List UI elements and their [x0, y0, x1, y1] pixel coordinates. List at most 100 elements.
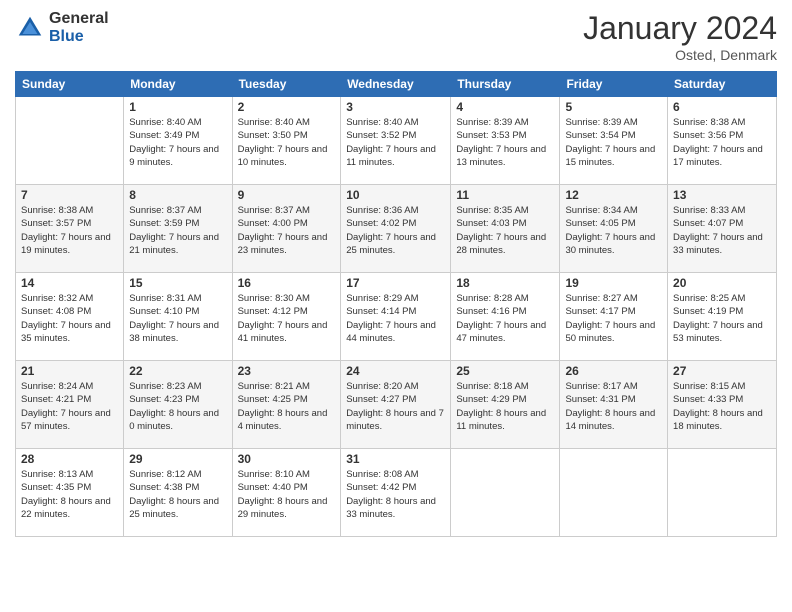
- day-number: 9: [238, 188, 336, 202]
- table-row: 26 Sunrise: 8:17 AMSunset: 4:31 PMDaylig…: [560, 361, 668, 449]
- col-wednesday: Wednesday: [341, 72, 451, 97]
- header: General Blue January 2024 Osted, Denmark: [15, 10, 777, 63]
- table-row: 23 Sunrise: 8:21 AMSunset: 4:25 PMDaylig…: [232, 361, 341, 449]
- day-info: Sunrise: 8:32 AMSunset: 4:08 PMDaylight:…: [21, 292, 118, 345]
- day-number: 2: [238, 100, 336, 114]
- day-number: 20: [673, 276, 771, 290]
- day-info: Sunrise: 8:08 AMSunset: 4:42 PMDaylight:…: [346, 468, 445, 521]
- day-number: 12: [565, 188, 662, 202]
- table-row: 28 Sunrise: 8:13 AMSunset: 4:35 PMDaylig…: [16, 449, 124, 537]
- calendar-week-2: 14 Sunrise: 8:32 AMSunset: 4:08 PMDaylig…: [16, 273, 777, 361]
- day-info: Sunrise: 8:15 AMSunset: 4:33 PMDaylight:…: [673, 380, 771, 433]
- day-info: Sunrise: 8:39 AMSunset: 3:53 PMDaylight:…: [456, 116, 554, 169]
- day-number: 30: [238, 452, 336, 466]
- day-info: Sunrise: 8:20 AMSunset: 4:27 PMDaylight:…: [346, 380, 445, 433]
- day-number: 8: [129, 188, 226, 202]
- table-row: 15 Sunrise: 8:31 AMSunset: 4:10 PMDaylig…: [124, 273, 232, 361]
- day-number: 29: [129, 452, 226, 466]
- day-number: 27: [673, 364, 771, 378]
- table-row: 18 Sunrise: 8:28 AMSunset: 4:16 PMDaylig…: [451, 273, 560, 361]
- day-number: 16: [238, 276, 336, 290]
- day-number: 31: [346, 452, 445, 466]
- day-info: Sunrise: 8:37 AMSunset: 3:59 PMDaylight:…: [129, 204, 226, 257]
- calendar-week-3: 21 Sunrise: 8:24 AMSunset: 4:21 PMDaylig…: [16, 361, 777, 449]
- table-row: [668, 449, 777, 537]
- day-info: Sunrise: 8:30 AMSunset: 4:12 PMDaylight:…: [238, 292, 336, 345]
- table-row: 7 Sunrise: 8:38 AMSunset: 3:57 PMDayligh…: [16, 185, 124, 273]
- logo-general: General: [49, 10, 109, 28]
- day-number: 5: [565, 100, 662, 114]
- title-section: January 2024 Osted, Denmark: [583, 10, 777, 63]
- day-info: Sunrise: 8:40 AMSunset: 3:52 PMDaylight:…: [346, 116, 445, 169]
- day-info: Sunrise: 8:36 AMSunset: 4:02 PMDaylight:…: [346, 204, 445, 257]
- day-number: 25: [456, 364, 554, 378]
- table-row: 21 Sunrise: 8:24 AMSunset: 4:21 PMDaylig…: [16, 361, 124, 449]
- col-tuesday: Tuesday: [232, 72, 341, 97]
- day-number: 18: [456, 276, 554, 290]
- col-thursday: Thursday: [451, 72, 560, 97]
- table-row: 31 Sunrise: 8:08 AMSunset: 4:42 PMDaylig…: [341, 449, 451, 537]
- table-row: 11 Sunrise: 8:35 AMSunset: 4:03 PMDaylig…: [451, 185, 560, 273]
- calendar-page: General Blue January 2024 Osted, Denmark…: [0, 0, 792, 612]
- day-info: Sunrise: 8:25 AMSunset: 4:19 PMDaylight:…: [673, 292, 771, 345]
- day-number: 22: [129, 364, 226, 378]
- day-number: 17: [346, 276, 445, 290]
- day-info: Sunrise: 8:27 AMSunset: 4:17 PMDaylight:…: [565, 292, 662, 345]
- col-saturday: Saturday: [668, 72, 777, 97]
- day-info: Sunrise: 8:39 AMSunset: 3:54 PMDaylight:…: [565, 116, 662, 169]
- location: Osted, Denmark: [583, 47, 777, 63]
- day-number: 19: [565, 276, 662, 290]
- table-row: 3 Sunrise: 8:40 AMSunset: 3:52 PMDayligh…: [341, 97, 451, 185]
- table-row: [451, 449, 560, 537]
- day-number: 28: [21, 452, 118, 466]
- table-row: 6 Sunrise: 8:38 AMSunset: 3:56 PMDayligh…: [668, 97, 777, 185]
- logo-blue: Blue: [49, 28, 109, 46]
- day-info: Sunrise: 8:37 AMSunset: 4:00 PMDaylight:…: [238, 204, 336, 257]
- day-info: Sunrise: 8:28 AMSunset: 4:16 PMDaylight:…: [456, 292, 554, 345]
- day-info: Sunrise: 8:17 AMSunset: 4:31 PMDaylight:…: [565, 380, 662, 433]
- day-number: 24: [346, 364, 445, 378]
- col-friday: Friday: [560, 72, 668, 97]
- table-row: 1 Sunrise: 8:40 AMSunset: 3:49 PMDayligh…: [124, 97, 232, 185]
- day-info: Sunrise: 8:33 AMSunset: 4:07 PMDaylight:…: [673, 204, 771, 257]
- table-row: 13 Sunrise: 8:33 AMSunset: 4:07 PMDaylig…: [668, 185, 777, 273]
- day-number: 10: [346, 188, 445, 202]
- calendar-table: Sunday Monday Tuesday Wednesday Thursday…: [15, 71, 777, 537]
- calendar-week-1: 7 Sunrise: 8:38 AMSunset: 3:57 PMDayligh…: [16, 185, 777, 273]
- day-number: 15: [129, 276, 226, 290]
- calendar-week-0: 1 Sunrise: 8:40 AMSunset: 3:49 PMDayligh…: [16, 97, 777, 185]
- col-sunday: Sunday: [16, 72, 124, 97]
- day-info: Sunrise: 8:12 AMSunset: 4:38 PMDaylight:…: [129, 468, 226, 521]
- header-row: Sunday Monday Tuesday Wednesday Thursday…: [16, 72, 777, 97]
- table-row: 12 Sunrise: 8:34 AMSunset: 4:05 PMDaylig…: [560, 185, 668, 273]
- day-number: 4: [456, 100, 554, 114]
- logo-text: General Blue: [49, 10, 109, 45]
- table-row: 4 Sunrise: 8:39 AMSunset: 3:53 PMDayligh…: [451, 97, 560, 185]
- table-row: [560, 449, 668, 537]
- table-row: 24 Sunrise: 8:20 AMSunset: 4:27 PMDaylig…: [341, 361, 451, 449]
- table-row: 10 Sunrise: 8:36 AMSunset: 4:02 PMDaylig…: [341, 185, 451, 273]
- day-number: 14: [21, 276, 118, 290]
- day-info: Sunrise: 8:23 AMSunset: 4:23 PMDaylight:…: [129, 380, 226, 433]
- day-info: Sunrise: 8:35 AMSunset: 4:03 PMDaylight:…: [456, 204, 554, 257]
- table-row: 30 Sunrise: 8:10 AMSunset: 4:40 PMDaylig…: [232, 449, 341, 537]
- day-info: Sunrise: 8:38 AMSunset: 3:56 PMDaylight:…: [673, 116, 771, 169]
- table-row: 16 Sunrise: 8:30 AMSunset: 4:12 PMDaylig…: [232, 273, 341, 361]
- table-row: [16, 97, 124, 185]
- day-info: Sunrise: 8:10 AMSunset: 4:40 PMDaylight:…: [238, 468, 336, 521]
- day-info: Sunrise: 8:24 AMSunset: 4:21 PMDaylight:…: [21, 380, 118, 433]
- logo-icon: [15, 13, 45, 43]
- calendar-week-4: 28 Sunrise: 8:13 AMSunset: 4:35 PMDaylig…: [16, 449, 777, 537]
- day-info: Sunrise: 8:21 AMSunset: 4:25 PMDaylight:…: [238, 380, 336, 433]
- table-row: 8 Sunrise: 8:37 AMSunset: 3:59 PMDayligh…: [124, 185, 232, 273]
- table-row: 27 Sunrise: 8:15 AMSunset: 4:33 PMDaylig…: [668, 361, 777, 449]
- day-number: 7: [21, 188, 118, 202]
- logo: General Blue: [15, 10, 109, 45]
- day-number: 11: [456, 188, 554, 202]
- day-info: Sunrise: 8:18 AMSunset: 4:29 PMDaylight:…: [456, 380, 554, 433]
- col-monday: Monday: [124, 72, 232, 97]
- day-number: 21: [21, 364, 118, 378]
- table-row: 2 Sunrise: 8:40 AMSunset: 3:50 PMDayligh…: [232, 97, 341, 185]
- table-row: 19 Sunrise: 8:27 AMSunset: 4:17 PMDaylig…: [560, 273, 668, 361]
- day-number: 26: [565, 364, 662, 378]
